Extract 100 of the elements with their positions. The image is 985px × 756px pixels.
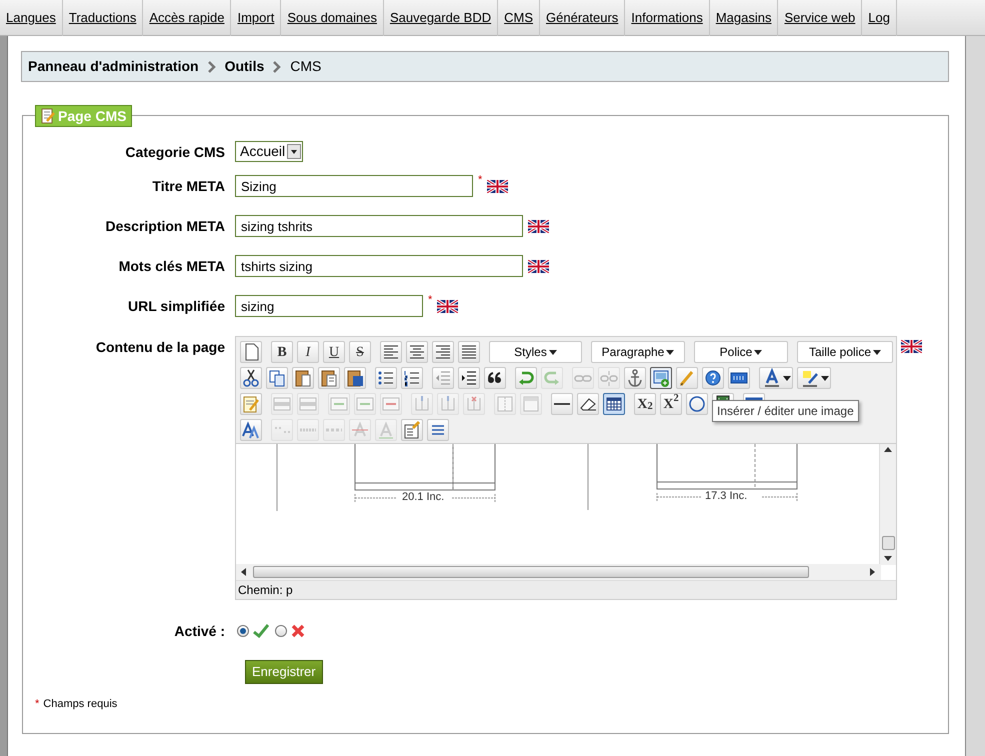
style-letters-button[interactable] [240, 419, 262, 441]
indent-button[interactable] [458, 367, 480, 389]
circle-icon [687, 394, 707, 414]
required-note: Champs requis [43, 697, 118, 712]
table-button[interactable] [603, 393, 625, 415]
bullet-list-button[interactable] [375, 367, 397, 389]
text-color-button[interactable] [759, 367, 793, 389]
split-cells-icon [495, 394, 515, 414]
category-select[interactable]: Accueil [235, 141, 304, 162]
paste-word-icon [345, 368, 365, 388]
horizontal-rule-button[interactable] [551, 393, 573, 415]
uk-flag-icon [528, 260, 549, 272]
attributes-icon [402, 420, 422, 440]
required-mark: * [428, 295, 432, 305]
paste-text-button[interactable] [318, 367, 340, 389]
field-label: URL simplifiée [127, 297, 226, 316]
merge-cells-icon [521, 394, 541, 414]
circle-button[interactable] [686, 393, 708, 415]
radio-button[interactable] [237, 625, 249, 637]
scroll-down-arrow-icon[interactable] [884, 556, 892, 562]
underlined-letter-icon [376, 420, 396, 440]
uk-flag-icon [528, 220, 549, 232]
toolbar-dropdown[interactable]: Taille police [797, 341, 893, 363]
radio-button[interactable] [275, 625, 287, 637]
caret-icon [820, 373, 828, 383]
field-label: Description META [104, 217, 226, 236]
chevron-icon [273, 60, 282, 72]
scrollbar-thumb[interactable] [882, 536, 894, 550]
help-icon [703, 368, 723, 388]
breadcrumb-item: CMS [290, 57, 322, 76]
uk-flag-icon [901, 340, 922, 353]
justify-button[interactable] [458, 341, 480, 363]
format-button[interactable]: X$^{2}$ [660, 393, 682, 415]
horizontal-scrollbar[interactable] [236, 564, 881, 580]
measurement-label: 17.3 Inc. [705, 489, 748, 504]
field-label: Titre META [151, 177, 226, 196]
image-button[interactable] [650, 367, 672, 389]
new-document-button[interactable] [240, 341, 262, 363]
required-mark: * [35, 697, 40, 712]
small-caps-icon [300, 428, 316, 432]
text-input[interactable]: sizing [235, 295, 423, 317]
save-button[interactable]: Enregistrer [245, 660, 323, 684]
vertical-scrollbar[interactable] [879, 444, 896, 565]
edit-document-icon [241, 394, 261, 414]
attributes-button[interactable] [401, 419, 423, 441]
toolbar-dropdown[interactable]: Police [694, 341, 788, 363]
copy-icon [267, 368, 287, 388]
format-button[interactable]: B [271, 341, 293, 363]
uk-flag-icon [437, 300, 458, 312]
numbered-list-button[interactable] [401, 367, 423, 389]
editor-content[interactable]: 20.1 Inc. 17.3 Inc. [236, 443, 896, 580]
align-right-button[interactable] [432, 341, 454, 363]
required-mark: * [478, 175, 482, 185]
field-label: Contenu de la page [94, 338, 226, 357]
toolbar-dropdown[interactable]: Styles [489, 341, 582, 363]
field-label: Activé : [173, 622, 226, 641]
dotted-letters-icon [326, 428, 342, 432]
horizontal-rule-icon [554, 403, 570, 405]
scroll-left-arrow-icon[interactable] [241, 568, 247, 576]
image-icon [651, 368, 671, 388]
numbered-list-icon [402, 368, 422, 388]
unlink-icon [599, 368, 619, 388]
paste-icon [293, 368, 313, 388]
anchor-button[interactable] [624, 367, 646, 389]
copy-button[interactable] [266, 367, 288, 389]
breadcrumb-item[interactable]: Panneau d'administration [28, 56, 199, 77]
quote-button[interactable] [484, 367, 506, 389]
scroll-right-arrow-icon[interactable] [870, 568, 876, 576]
text-input[interactable]: sizing tshrits [235, 215, 523, 237]
html-button[interactable] [728, 367, 750, 389]
text-input[interactable]: tshirts sizing [235, 255, 523, 277]
chevron-icon [208, 60, 216, 72]
highlighter-button[interactable] [797, 367, 831, 389]
undo-button[interactable] [515, 367, 537, 389]
paste-button[interactable] [292, 367, 314, 389]
panel-title: Page CMS [35, 105, 132, 127]
align-left-button[interactable] [380, 341, 402, 363]
text-input[interactable]: Sizing [235, 175, 473, 197]
breadcrumb-item[interactable]: Outils [224, 56, 264, 77]
caret-icon [782, 373, 790, 383]
uk-flag-icon [487, 180, 508, 192]
editor-path: Chemin: p [238, 582, 293, 599]
format-button[interactable]: S [349, 341, 371, 363]
format-button[interactable]: X$_{2}$ [634, 393, 656, 415]
eraser-button[interactable] [577, 393, 599, 415]
paste-word-button[interactable] [344, 367, 366, 389]
scissors-icon [241, 368, 261, 388]
close-icon [291, 624, 305, 638]
measurement-label: 20.1 Inc. [402, 490, 444, 505]
align-center-button[interactable] [406, 341, 428, 363]
style-letters-icon [241, 420, 261, 440]
paste-text-icon [319, 368, 339, 388]
scissors-button[interactable] [240, 367, 262, 389]
paragraph-lines-button[interactable] [427, 419, 449, 441]
format-button[interactable]: U [323, 341, 345, 363]
check-icon [253, 624, 269, 638]
format-button[interactable]: I [297, 341, 319, 363]
scroll-up-arrow-icon[interactable] [884, 447, 892, 453]
toolbar-dropdown[interactable]: Paragraphe [591, 341, 685, 363]
help-button[interactable] [702, 367, 724, 389]
